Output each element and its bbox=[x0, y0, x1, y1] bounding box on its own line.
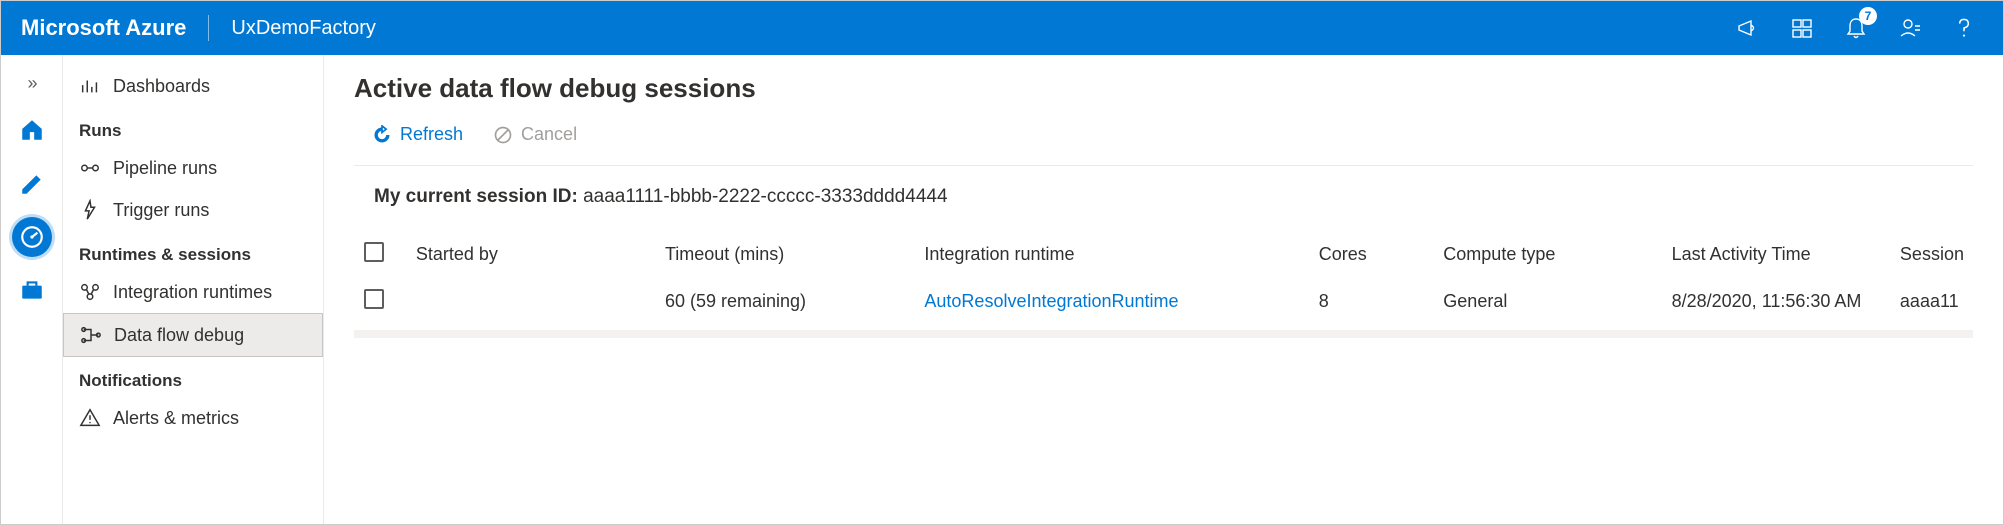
cell-cores: 8 bbox=[1309, 275, 1434, 328]
sidebar-label: Integration runtimes bbox=[113, 282, 272, 303]
home-icon[interactable] bbox=[11, 109, 53, 151]
help-icon[interactable] bbox=[1937, 1, 1991, 55]
session-id-row: My current session ID: aaaa1111-bbbb-222… bbox=[354, 184, 1973, 234]
sidebar: Dashboards Runs Pipeline runs Trigger ru… bbox=[63, 55, 323, 524]
chart-icon bbox=[79, 75, 101, 97]
sidebar-label: Trigger runs bbox=[113, 200, 209, 221]
dataflow-icon bbox=[80, 324, 102, 346]
table-row[interactable]: 60 (59 remaining) AutoResolveIntegration… bbox=[354, 275, 1973, 328]
select-all-checkbox[interactable] bbox=[364, 242, 384, 262]
tenant[interactable]: UxDemoFactory bbox=[209, 17, 375, 40]
sidebar-item-dashboards[interactable]: Dashboards bbox=[63, 65, 323, 107]
refresh-label: Refresh bbox=[400, 124, 463, 145]
expand-rail-icon[interactable]: » bbox=[1, 63, 62, 103]
notifications-icon[interactable]: 7 bbox=[1829, 1, 1883, 55]
session-id-value: aaaa1111-bbbb-2222-ccccc-3333dddd4444 bbox=[583, 186, 947, 207]
announce-icon[interactable] bbox=[1721, 1, 1775, 55]
ir-icon bbox=[79, 281, 101, 303]
sidebar-section-runs: Runs bbox=[63, 107, 323, 147]
divider bbox=[354, 165, 1973, 166]
table-header-row: Started by Timeout (mins) Integration ru… bbox=[354, 234, 1973, 275]
col-started-by[interactable]: Started by bbox=[406, 234, 655, 275]
cell-timeout: 60 (59 remaining) bbox=[655, 275, 914, 328]
cell-last-activity: 8/28/2020, 11:56:30 AM bbox=[1662, 275, 1890, 328]
cell-compute-type: General bbox=[1433, 275, 1661, 328]
main-content: Active data flow debug sessions Refresh … bbox=[323, 55, 2003, 524]
author-icon[interactable] bbox=[11, 163, 53, 205]
manage-icon[interactable] bbox=[11, 269, 53, 311]
cell-session: aaaa11 bbox=[1890, 275, 1973, 328]
refresh-button[interactable]: Refresh bbox=[372, 124, 463, 145]
refresh-icon bbox=[372, 125, 392, 145]
cell-integration-runtime-link[interactable]: AutoResolveIntegrationRuntime bbox=[924, 291, 1178, 311]
sidebar-item-integration-runtimes[interactable]: Integration runtimes bbox=[63, 271, 323, 313]
notification-badge: 7 bbox=[1859, 7, 1877, 25]
toolbar: Refresh Cancel bbox=[354, 120, 1973, 161]
col-cores[interactable]: Cores bbox=[1309, 234, 1434, 275]
sidebar-item-pipeline-runs[interactable]: Pipeline runs bbox=[63, 147, 323, 189]
sidebar-label: Dashboards bbox=[113, 76, 210, 97]
brand: Microsoft Azure bbox=[21, 15, 209, 41]
trigger-icon bbox=[79, 199, 101, 221]
col-integration-runtime[interactable]: Integration runtime bbox=[914, 234, 1308, 275]
cell-started-by bbox=[406, 275, 655, 328]
account-icon[interactable] bbox=[1883, 1, 1937, 55]
cancel-button: Cancel bbox=[493, 124, 577, 145]
feedback-icon[interactable] bbox=[1775, 1, 1829, 55]
row-checkbox[interactable] bbox=[364, 289, 384, 309]
col-session[interactable]: Session bbox=[1890, 234, 1973, 275]
sessions-table: Started by Timeout (mins) Integration ru… bbox=[354, 234, 1973, 328]
sidebar-label: Data flow debug bbox=[114, 325, 244, 346]
top-bar: Microsoft Azure UxDemoFactory 7 bbox=[1, 1, 2003, 55]
session-id-label: My current session ID: bbox=[374, 186, 578, 207]
monitor-icon[interactable] bbox=[12, 217, 52, 257]
cancel-label: Cancel bbox=[521, 124, 577, 145]
sidebar-label: Pipeline runs bbox=[113, 158, 217, 179]
pipeline-icon bbox=[79, 157, 101, 179]
col-last-activity[interactable]: Last Activity Time bbox=[1662, 234, 1890, 275]
col-timeout[interactable]: Timeout (mins) bbox=[655, 234, 914, 275]
col-compute-type[interactable]: Compute type bbox=[1433, 234, 1661, 275]
alert-icon bbox=[79, 407, 101, 429]
page-title: Active data flow debug sessions bbox=[354, 73, 1973, 104]
sidebar-item-data-flow-debug[interactable]: Data flow debug bbox=[63, 313, 323, 357]
sidebar-label: Alerts & metrics bbox=[113, 408, 239, 429]
sidebar-section-runtimes: Runtimes & sessions bbox=[63, 231, 323, 271]
nav-rail: » bbox=[1, 55, 63, 524]
cancel-icon bbox=[493, 125, 513, 145]
horizontal-scrollbar[interactable] bbox=[354, 330, 1973, 338]
sidebar-section-notifications: Notifications bbox=[63, 357, 323, 397]
sidebar-item-trigger-runs[interactable]: Trigger runs bbox=[63, 189, 323, 231]
sidebar-item-alerts[interactable]: Alerts & metrics bbox=[63, 397, 323, 439]
